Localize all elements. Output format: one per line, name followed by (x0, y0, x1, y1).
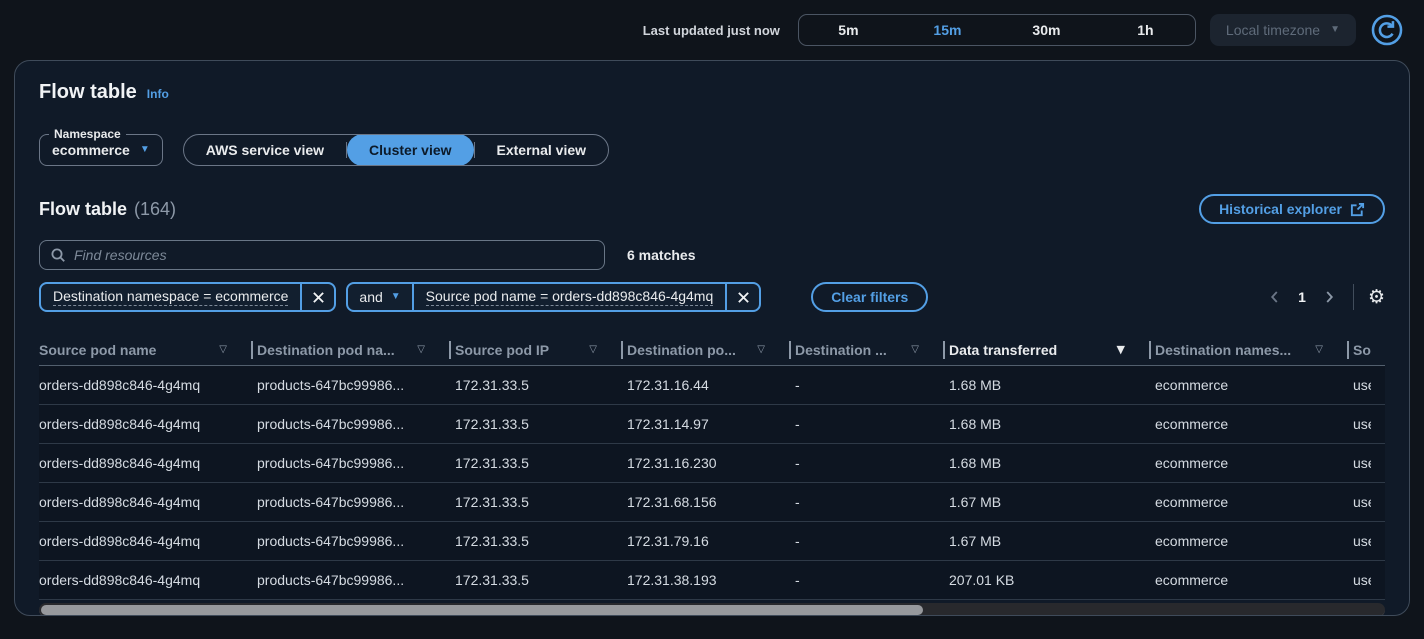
flow-table-panel: Flow table Info Namespace ecommerce ▼ AW… (14, 60, 1410, 616)
close-icon (737, 291, 750, 304)
view-tab-aws-service-view[interactable]: AWS service view (184, 134, 346, 166)
chevron-down-icon: ▼ (1330, 25, 1340, 35)
horizontal-scrollbar[interactable] (39, 603, 1385, 616)
table-header-row: Source pod name ▽ Destination pod na... … (39, 334, 1385, 366)
filter-token-text[interactable]: Source pod name = orders-dd898c846-4g4mq (414, 284, 726, 310)
table-row: orders-dd898c846-4g4mq products-647bc999… (39, 444, 1385, 483)
settings-gear-button[interactable]: ⚙ (1368, 288, 1385, 307)
time-range-group: 5m 15m30m1h (798, 14, 1196, 46)
time-range-1h[interactable]: 1h (1096, 15, 1195, 45)
table-body: orders-dd898c846-4g4mq products-647bc999… (39, 366, 1385, 600)
remove-filter-button[interactable] (302, 284, 334, 310)
sort-icon: ▼ (1117, 343, 1125, 356)
info-link[interactable]: Info (147, 87, 169, 101)
flow-table: Source pod name ▽ Destination pod na... … (39, 334, 1385, 600)
view-tab-cluster-view[interactable]: Cluster view (347, 134, 473, 166)
historical-explorer-button[interactable]: Historical explorer (1199, 194, 1385, 224)
timezone-label: Local timezone (1226, 22, 1320, 38)
column-divider (449, 341, 451, 359)
sort-icon: ▽ (589, 344, 597, 355)
namespace-select[interactable]: Namespace ecommerce ▼ (39, 134, 163, 166)
column-header[interactable]: Source ▽ (1353, 334, 1385, 365)
table-count: (164) (134, 199, 176, 220)
sort-icon: ▽ (757, 344, 765, 355)
table-row: orders-dd898c846-4g4mq products-647bc999… (39, 522, 1385, 561)
top-bar: Last updated just now 5m 15m30m1h Local … (0, 0, 1424, 60)
search-row: 6 matches (39, 240, 1385, 270)
table-title: Flow table (39, 199, 127, 220)
chevron-right-icon (1324, 289, 1335, 305)
chevron-down-icon: ▼ (391, 292, 401, 302)
last-updated-text: Last updated just now (643, 23, 780, 38)
view-tab-external-view[interactable]: External view (475, 134, 609, 166)
time-range-5m[interactable]: 5m (799, 15, 898, 45)
matches-count: 6 matches (627, 247, 695, 263)
filter-operator-select[interactable]: and ▼ (348, 284, 411, 310)
column-header[interactable]: Destination ... ▽ (795, 334, 949, 365)
column-divider (621, 341, 623, 359)
column-header[interactable]: Destination po... ▽ (627, 334, 795, 365)
table-row: orders-dd898c846-4g4mq products-647bc999… (39, 483, 1385, 522)
filter-row: Destination namespace = ecommerce and ▼ … (39, 282, 1385, 312)
search-input[interactable] (74, 247, 594, 263)
scrollbar-thumb[interactable] (41, 605, 923, 615)
timezone-select[interactable]: Local timezone ▼ (1210, 14, 1356, 46)
sort-icon: ▽ (219, 344, 227, 355)
column-header[interactable]: Data transferred ▼ (949, 334, 1155, 365)
column-divider (789, 341, 791, 359)
remove-filter-button[interactable] (727, 284, 759, 310)
close-icon (312, 291, 325, 304)
table-heading-row: Flow table (164) Historical explorer (39, 194, 1385, 224)
table-row: orders-dd898c846-4g4mq products-647bc999… (39, 405, 1385, 444)
table-row: orders-dd898c846-4g4mq products-647bc999… (39, 561, 1385, 600)
column-header[interactable]: Source pod IP ▽ (455, 334, 627, 365)
external-link-icon (1350, 202, 1365, 217)
filter-token-text[interactable]: Destination namespace = ecommerce (41, 284, 300, 310)
search-icon (50, 247, 66, 263)
sort-icon: ▽ (1315, 344, 1323, 355)
time-range-15m[interactable]: 15m (898, 15, 997, 45)
clear-filters-button[interactable]: Clear filters (811, 282, 928, 312)
sort-icon: ▽ (417, 344, 425, 355)
pagination: 1 ⚙ (1265, 284, 1385, 310)
panel-title-row: Flow table Info (39, 81, 1385, 104)
column-divider (943, 341, 945, 359)
chevron-left-icon (1269, 289, 1280, 305)
column-divider (251, 341, 253, 359)
page-number[interactable]: 1 (1290, 289, 1314, 305)
column-divider (1347, 341, 1349, 359)
view-toggle-group: AWS service view Cluster viewExternal vi… (183, 134, 609, 166)
sort-icon: ▽ (911, 344, 919, 355)
column-header[interactable]: Source pod name ▽ (39, 334, 257, 365)
filter-token-2: and ▼ Source pod name = orders-dd898c846… (346, 282, 761, 312)
column-header[interactable]: Destination pod na... ▽ (257, 334, 455, 365)
column-header[interactable]: Destination names... ▽ (1155, 334, 1353, 365)
previous-page-button[interactable] (1265, 285, 1284, 309)
controls-row: Namespace ecommerce ▼ AWS service view C… (39, 134, 1385, 166)
next-page-button[interactable] (1320, 285, 1339, 309)
pagination-divider (1353, 284, 1354, 310)
search-box (39, 240, 605, 270)
refresh-button[interactable] (1370, 13, 1404, 47)
table-row: orders-dd898c846-4g4mq products-647bc999… (39, 366, 1385, 405)
column-divider (1149, 341, 1151, 359)
time-range-30m[interactable]: 30m (997, 15, 1096, 45)
chevron-down-icon: ▼ (140, 145, 150, 155)
refresh-icon (1370, 13, 1404, 47)
filter-token-1: Destination namespace = ecommerce (39, 282, 336, 312)
namespace-label: Namespace (49, 127, 126, 141)
namespace-value: ecommerce (52, 142, 130, 158)
page-title: Flow table (39, 81, 137, 104)
